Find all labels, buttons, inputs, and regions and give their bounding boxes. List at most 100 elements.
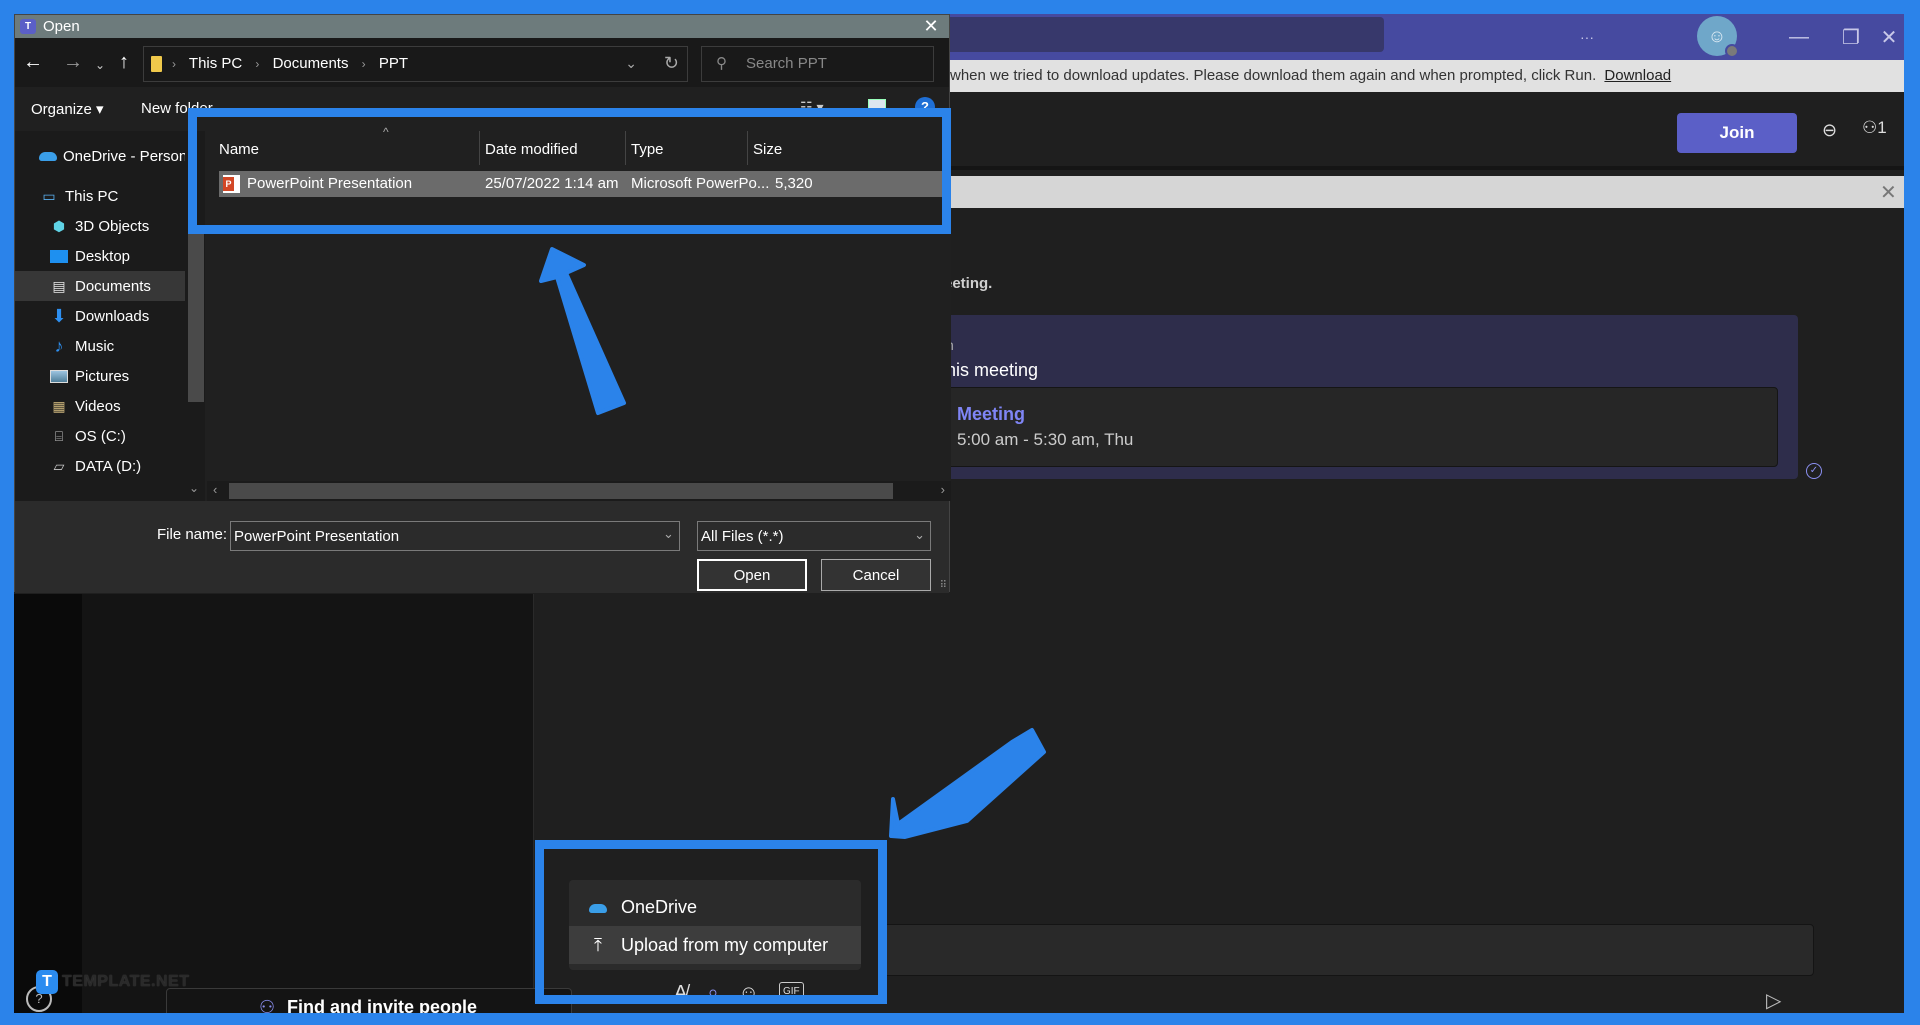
- find-invite-label: Find and invite people: [287, 997, 478, 1013]
- nav-item-videos[interactable]: ▦ Videos: [15, 391, 185, 421]
- onedrive-icon: [583, 897, 613, 918]
- computer-icon: ▭: [42, 187, 56, 204]
- nav-item-data-d[interactable]: ▱ DATA (D:): [15, 451, 185, 481]
- app-rail: ? Help: [14, 594, 82, 1013]
- sort-ascending-icon: ^: [383, 125, 389, 139]
- column-headers: ^ Name Date modified Type Size: [207, 125, 951, 165]
- teams-app-icon: T: [20, 19, 36, 34]
- nav-item-os-c[interactable]: ⌸ OS (C:): [15, 421, 185, 451]
- message-compose-box[interactable]: [880, 924, 1814, 976]
- address-bar[interactable]: › This PC › Documents › PPT ⌄ ↻: [143, 46, 688, 82]
- close-button[interactable]: ✕: [1866, 14, 1904, 60]
- nav-item-this-pc[interactable]: ▭ This PC: [15, 181, 185, 211]
- scrollbar-thumb[interactable]: [188, 234, 204, 402]
- open-file-dialog: T Open ✕ ← → ⌄ ↑ › This PC › Documents ›…: [14, 14, 951, 593]
- close-icon[interactable]: ✕: [1880, 180, 1904, 205]
- attach-menu: OneDrive ⤒ Upload from my computer: [569, 880, 861, 970]
- column-divider[interactable]: [625, 131, 626, 165]
- find-invite-people-button[interactable]: ⚇ Find and invite people: [166, 988, 572, 1013]
- download-link[interactable]: Download: [1604, 67, 1671, 84]
- file-name: PowerPoint Presentation: [247, 175, 413, 192]
- person-icon: ☺: [1707, 25, 1727, 46]
- scroll-down-icon[interactable]: ⌄: [189, 481, 199, 495]
- nav-item-pictures[interactable]: Pictures: [15, 361, 185, 391]
- navigation-scrollbar[interactable]: ⌄: [185, 131, 205, 501]
- up-arrow-icon[interactable]: ↑: [119, 52, 129, 72]
- compose-toolbar: A̸ ⌕ ☺ GIF: [674, 982, 804, 1005]
- column-date-modified[interactable]: Date modified: [485, 141, 578, 158]
- cube-icon: ⬢: [52, 217, 66, 234]
- nav-item-3d-objects[interactable]: ⬢ 3D Objects: [15, 211, 185, 241]
- more-options-icon[interactable]: ···: [1564, 14, 1610, 60]
- forward-arrow-icon[interactable]: →: [63, 52, 83, 72]
- search-input[interactable]: [746, 55, 926, 72]
- new-folder-button[interactable]: New folder: [141, 100, 213, 117]
- nav-item-label: DATA (D:): [75, 457, 142, 475]
- recent-locations-chevron-icon[interactable]: ⌄: [95, 55, 105, 75]
- horizontal-scrollbar[interactable]: ‹ ›: [207, 481, 951, 501]
- search-box[interactable]: ⚲: [701, 46, 934, 82]
- participants-button[interactable]: ⚇1: [1862, 118, 1887, 138]
- format-icon[interactable]: A̸: [674, 982, 687, 1005]
- nav-item-label: Downloads: [75, 307, 150, 325]
- address-dropdown-icon[interactable]: ⌄: [625, 55, 637, 72]
- meeting-name[interactable]: Meeting: [957, 404, 1025, 425]
- update-notice-text: when we tried to download updates. Pleas…: [950, 67, 1597, 84]
- column-divider[interactable]: [479, 131, 480, 165]
- organize-menu-button[interactable]: Organize ▾: [31, 100, 104, 118]
- minimize-button[interactable]: —: [1776, 14, 1822, 60]
- file-name-dropdown-icon[interactable]: ⌄: [663, 526, 674, 542]
- drive-icon: ▱: [53, 457, 65, 474]
- file-name-input[interactable]: [230, 521, 680, 551]
- drive-icon: ⌸: [54, 427, 64, 444]
- cancel-button[interactable]: Cancel: [821, 559, 931, 591]
- open-button[interactable]: Open: [697, 559, 807, 591]
- scroll-left-icon[interactable]: ‹: [213, 482, 217, 497]
- nav-item-onedrive[interactable]: OneDrive - Person: [15, 141, 187, 171]
- copy-link-icon[interactable]: ⊖: [1822, 120, 1837, 141]
- gif-icon[interactable]: GIF: [778, 982, 804, 1002]
- upload-from-computer-item[interactable]: ⤒ Upload from my computer: [569, 926, 861, 964]
- emoji-icon[interactable]: ☺: [739, 982, 759, 1005]
- nav-item-downloads[interactable]: ⬇ Downloads: [15, 301, 185, 331]
- column-size[interactable]: Size: [753, 141, 782, 158]
- upload-from-computer-label: Upload from my computer: [621, 934, 829, 955]
- attach-onedrive-item[interactable]: OneDrive: [569, 888, 861, 926]
- refresh-icon[interactable]: ↻: [664, 53, 679, 74]
- nav-item-desktop[interactable]: Desktop: [15, 241, 185, 271]
- change-view-icon[interactable]: ☷ ▾: [800, 99, 823, 116]
- invite-person-icon: ⚇: [259, 997, 276, 1013]
- preview-pane-icon[interactable]: [868, 99, 886, 114]
- dialog-title-bar[interactable]: T Open ✕: [15, 15, 949, 38]
- breadcrumb-ppt[interactable]: PPT: [379, 55, 408, 72]
- meeting-details[interactable]: Meeting 5:00 am - 5:30 am, Thu: [934, 387, 1778, 467]
- file-date-modified: 25/07/2022 1:14 am: [485, 175, 619, 192]
- nav-item-documents[interactable]: ▤ Documents: [15, 271, 185, 301]
- column-type[interactable]: Type: [631, 141, 664, 158]
- file-type-select[interactable]: All Files (*.*) ⌄: [697, 521, 931, 551]
- attach-icon[interactable]: ⌕: [707, 982, 718, 1005]
- help-icon[interactable]: ?: [915, 97, 935, 117]
- dialog-close-button[interactable]: ✕: [919, 15, 943, 37]
- column-divider[interactable]: [747, 131, 748, 165]
- breadcrumb-this-pc[interactable]: This PC: [189, 55, 242, 72]
- user-avatar[interactable]: ☺: [1697, 16, 1739, 58]
- attach-onedrive-label: OneDrive: [621, 896, 698, 917]
- scroll-right-icon[interactable]: ›: [941, 482, 945, 497]
- send-icon[interactable]: ▷: [1766, 988, 1781, 1013]
- column-name[interactable]: Name: [219, 141, 259, 158]
- left-pane: ⚇ Find and invite people: [82, 594, 572, 1013]
- nav-item-music[interactable]: ♪ Music: [15, 331, 185, 361]
- nav-item-label: Videos: [75, 397, 121, 415]
- breadcrumb-documents[interactable]: Documents: [273, 55, 349, 72]
- template-net-watermark: T TEMPLATE.NET: [36, 970, 189, 994]
- scrollbar-thumb[interactable]: [229, 483, 893, 499]
- search-icon: ⚲: [716, 55, 727, 72]
- meeting-card-title: his meeting: [946, 360, 1039, 380]
- join-button[interactable]: Join: [1677, 113, 1797, 153]
- dialog-navigation-bar: ← → ⌄ ↑ › This PC › Documents › PPT ⌄ ↻ …: [15, 38, 949, 87]
- teams-search-box[interactable]: [914, 17, 1384, 52]
- resize-grip-icon[interactable]: ⠿: [940, 580, 947, 591]
- file-row[interactable]: PowerPoint Presentation 25/07/2022 1:14 …: [219, 171, 951, 197]
- back-arrow-icon[interactable]: ←: [23, 52, 43, 72]
